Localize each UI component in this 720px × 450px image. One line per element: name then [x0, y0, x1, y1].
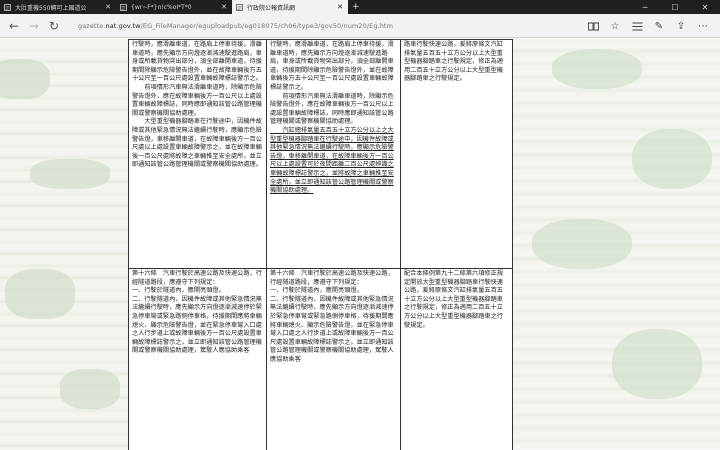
paragraph: 行駛時，應滑離車道，在路肩上停車待援，滑離車道時，應先顯示方向燈逐漸減速駛進路肩…	[132, 41, 262, 83]
tab-2[interactable]: {wr~F*}n!c%oI*T*0 ✕	[116, 0, 232, 14]
law-comparison-table: 行駛時，應滑離車道，在路肩上停車待援，滑離車道時，應先顯示方向燈逐漸減速駛進路肩…	[128, 39, 513, 450]
article-heading: 第十六條 汽車行駛於高速公路及快速公路，行經隧道路段，應遵守下列規定：	[132, 270, 262, 286]
article-heading: 第十六條 汽車行駛於高速公路及快速公路，行經隧道路段，應遵守下列規定：	[270, 270, 394, 286]
table-cell: 第十六條 汽車行駛於高速公路及快速公路，行經隧道路段，應遵守下列規定： 一、行駛…	[128, 268, 267, 450]
table-row: 行駛時，應滑離車道，在路肩上停車待援，滑離車道時，應先顯示方向燈逐漸減速駛進路肩…	[128, 39, 513, 269]
tab-2-title: {wr~F*}n!c%oI*T*0	[131, 3, 192, 11]
close-icon[interactable]: ✕	[221, 3, 227, 11]
background-blob	[612, 329, 702, 399]
table-cell: 行駛時，應滑離車道，在路肩上停車待援，滑離車道時，應先顯示方向燈逐漸減速駛進路肩…	[266, 39, 401, 269]
table-cell: 行駛時，應滑離車道，在路肩上停車待援，滑離車道時，應先顯示方向燈逐漸減速駛進路肩…	[128, 39, 267, 269]
background-blob	[552, 49, 642, 89]
list-item: 二、行駛隧道內，因機件故障或其他緊急情況無法繼續行駛時，應先顯示方向燈逐漸減速停…	[270, 295, 394, 363]
url-path: /EG_FileManager/eguploadpub/eg018075/ch0…	[140, 21, 394, 30]
table-cell: 配合本條例第九十二條第六項修正規定開放大型重型機器腳踏車行駛快速公路，爰將原條文…	[400, 268, 513, 450]
background-blob	[632, 129, 712, 189]
share-icon[interactable]: ⇪	[670, 16, 692, 36]
table-row: 第十六條 汽車行駛於高速公路及快速公路，行經隧道路段，應遵守下列規定： 一、行駛…	[128, 268, 513, 450]
forward-icon[interactable]: →	[24, 16, 44, 36]
web-note-icon[interactable]: ✎	[648, 16, 670, 36]
list-item: 一、行駛於隧道內，應開亮頭燈。	[270, 287, 363, 295]
browser-toolbar: ← → ↻ gazette.nat.gov.tw/EG_FileManager/…	[0, 14, 720, 38]
minimize-icon[interactable]: ─	[630, 0, 660, 14]
paragraph: 大型重型機器腳踏車在行駛途中，因機件故障或其他緊急情況無法繼續行駛時，應顯示危險…	[132, 118, 262, 169]
underlined-paragraph: 汽缸總排氣量五百五十立方公分以上之大型重型機器腳踏車在行駛途中，因機件故障或其他…	[270, 126, 394, 195]
background-pattern-right	[512, 39, 720, 450]
refresh-icon[interactable]: ↻	[44, 16, 64, 36]
more-icon[interactable]: ⋯	[692, 16, 714, 36]
background-blob	[5, 269, 75, 319]
close-window-icon[interactable]: ✕	[690, 0, 720, 14]
paragraph: 前項情形汽車無法滑離車道時，除顯示危險警告燈外，應在故障車輛後方一百公尺以上處設…	[132, 83, 262, 117]
page-icon	[4, 3, 11, 11]
list-item: 一、行駛於隧道內，應開亮頭燈。	[132, 287, 225, 295]
window-controls: ─ ☐ ✕	[630, 0, 720, 14]
tab-3-title: 行政院公報資訊網	[247, 4, 296, 12]
back-icon[interactable]: ←	[4, 16, 24, 36]
list-item: 二、行駛隧道內，因機件故障或其他緊急情況無法繼續行駛時，應先顯示方向燈逐漸減速停…	[132, 295, 262, 355]
address-bar[interactable]: gazette.nat.gov.tw/EG_FileManager/eguplo…	[78, 22, 393, 30]
url-prefix: gazette.	[78, 21, 106, 30]
page-icon	[236, 3, 243, 11]
favorite-star-icon[interactable]: ☆	[604, 16, 626, 36]
background-blob	[30, 159, 110, 189]
reading-view-icon[interactable]	[582, 16, 604, 36]
close-icon[interactable]: ✕	[337, 3, 343, 11]
maximize-icon[interactable]: ☐	[660, 0, 690, 14]
tab-1-title: 大肚重機550轉可上國道公	[15, 4, 87, 12]
background-pattern-left	[0, 39, 128, 450]
plus-icon: +	[352, 2, 360, 12]
toolbar-actions: ☆ ✎ ⇪ ⋯	[582, 16, 714, 36]
page-viewport[interactable]: 行駛時，應滑離車道，在路肩上停車待援，滑離車道時，應先顯示方向燈逐漸減速駛進路肩…	[0, 39, 720, 450]
tab-bar: 大肚重機550轉可上國道公 ✕ {wr~F*}n!c%oI*T*0 ✕ 行政院公…	[0, 0, 720, 14]
paragraph: 前項情形汽車無法滑離車道時，除顯示危險警告燈外，應在故障車輛後方一百公尺以上處設…	[270, 92, 394, 126]
close-icon[interactable]: ✕	[105, 3, 111, 11]
background-blob	[0, 59, 50, 99]
paragraph: 行駛時，應滑離車道，在路肩上停車待援，滑離車道時，應先顯示方向燈逐漸減速駛進路肩…	[270, 41, 394, 91]
tab-1[interactable]: 大肚重機550轉可上國道公 ✕	[0, 0, 116, 14]
hub-icon[interactable]	[626, 16, 648, 36]
paragraph: 路車行駛快速公路，爰將原條文汽缸排氣量五百五十立方公分以上大型重型機器腳踏車之行…	[404, 41, 503, 83]
paragraph: 配合本條例第九十二條第六項修正規定開放大型重型機器腳踏車行駛快速公路，爰將原條文…	[404, 270, 503, 329]
background-blob	[60, 369, 120, 409]
page-icon	[120, 3, 127, 11]
new-tab-button[interactable]: +	[348, 0, 370, 14]
table-cell: 路車行駛快速公路，爰將原條文汽缸排氣量五百五十立方公分以上大型重型機器腳踏車之行…	[400, 39, 513, 269]
url-host: nat.gov.tw	[105, 21, 141, 30]
table-cell: 第十六條 汽車行駛於高速公路及快速公路，行經隧道路段，應遵守下列規定： 一、行駛…	[266, 268, 401, 450]
background-blob	[532, 219, 632, 269]
tab-3[interactable]: 行政院公報資訊網 ✕	[232, 0, 348, 14]
